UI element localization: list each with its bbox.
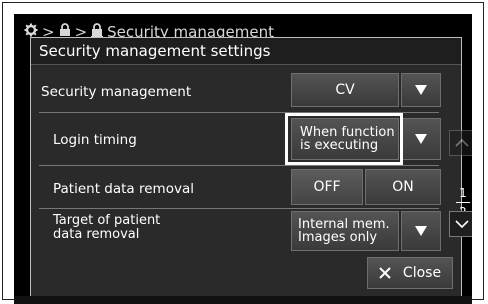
patient-data-removal-label: Patient data removal xyxy=(53,181,194,197)
scroll-down-icon xyxy=(455,220,469,228)
screen-bottom-strip xyxy=(14,296,472,304)
patient-data-removal-on-button[interactable]: ON xyxy=(365,169,441,205)
security-management-label: Security management xyxy=(41,84,192,100)
divider xyxy=(39,165,439,166)
row-security-management: Security management CV xyxy=(31,73,463,113)
target-of-removal-dropdown-button[interactable] xyxy=(401,211,441,251)
close-button[interactable]: Close xyxy=(367,257,453,289)
security-management-value-button[interactable]: CV xyxy=(291,73,399,107)
dropdown-arrow-icon xyxy=(415,85,427,95)
selection-highlight xyxy=(285,113,403,165)
login-timing-dropdown-button[interactable] xyxy=(401,118,441,160)
target-of-removal-value: Internal mem. Images only xyxy=(298,217,390,245)
login-timing-label: Login timing xyxy=(53,132,137,148)
security-management-dropdown-button[interactable] xyxy=(401,73,441,107)
scroll-down-button[interactable] xyxy=(449,211,472,237)
row-target-of-removal: Target of patient data removal Internal … xyxy=(31,211,463,251)
device-screen: > > Security management Security managem… xyxy=(14,14,472,304)
row-login-timing: Login timing When function is executing xyxy=(31,113,463,165)
dialog-title: Security management settings xyxy=(31,38,461,65)
target-of-removal-label: Target of patient data removal xyxy=(53,213,161,242)
row-patient-data-removal: Patient data removal OFF ON xyxy=(31,169,463,209)
on-label: ON xyxy=(392,179,414,195)
off-label: OFF xyxy=(313,179,341,195)
page-current: 1 xyxy=(459,186,467,200)
security-management-value: CV xyxy=(335,82,355,98)
divider xyxy=(39,208,439,209)
dropdown-arrow-icon xyxy=(415,226,427,236)
dropdown-arrow-icon xyxy=(415,134,427,144)
patient-data-removal-off-button[interactable]: OFF xyxy=(291,169,363,205)
close-label: Close xyxy=(402,265,442,281)
scroll-up-button[interactable] xyxy=(449,130,472,156)
close-x-icon xyxy=(379,267,391,279)
scroll-up-icon xyxy=(455,139,469,147)
security-settings-dialog: Security management settings Security ma… xyxy=(30,37,472,297)
target-of-removal-value-button[interactable]: Internal mem. Images only xyxy=(291,211,399,251)
